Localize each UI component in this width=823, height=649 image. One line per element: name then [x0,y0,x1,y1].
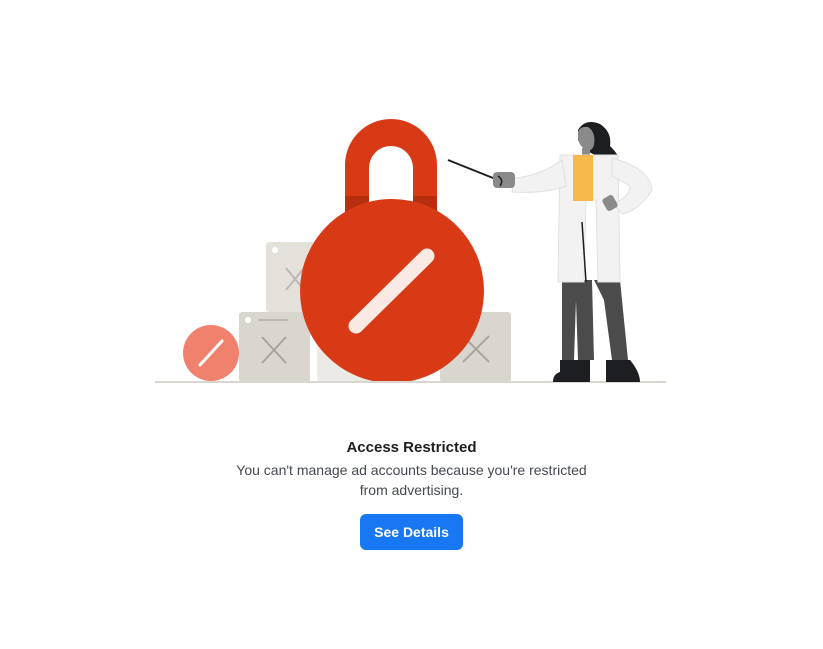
front-left-box [239,312,310,382]
restriction-message: Access Restricted You can't manage ad ac… [0,438,823,550]
prohibited-badge-icon [183,325,239,381]
see-details-button[interactable]: See Details [360,514,463,550]
restriction-description: You can't manage ad accounts because you… [236,462,587,498]
padlock-icon [300,119,484,383]
page-title: Access Restricted [346,439,477,456]
access-restricted-illustration [155,119,666,383]
